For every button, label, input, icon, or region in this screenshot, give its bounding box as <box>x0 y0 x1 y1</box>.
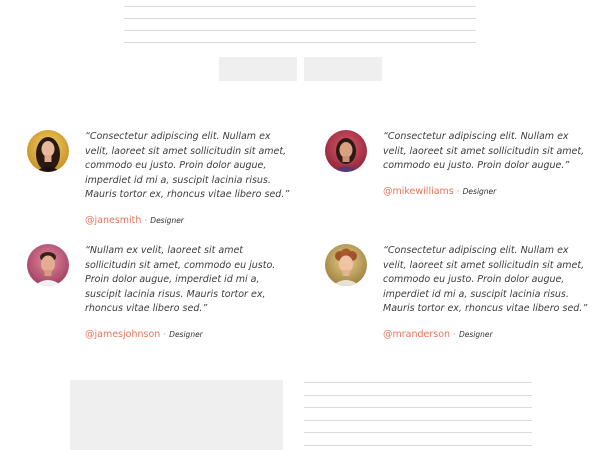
testimonial-meta: @janesmith · Designer <box>85 215 290 227</box>
placeholder-line <box>124 18 476 19</box>
placeholder-line <box>304 432 532 433</box>
author-role: Designer <box>150 215 184 225</box>
avatar <box>325 130 367 172</box>
placeholder-line <box>304 382 532 383</box>
placeholder-button-secondary[interactable] <box>304 57 382 81</box>
author-handle-link[interactable]: @mranderson <box>383 329 450 340</box>
placeholder-image-block <box>70 380 283 450</box>
separator-dot: · <box>163 329 167 340</box>
placeholder-line <box>304 419 532 421</box>
placeholder-line <box>124 42 476 43</box>
separator-dot: · <box>144 215 148 226</box>
top-placeholder-lines <box>124 6 476 54</box>
testimonial-card: “Consectetur adipiscing elit. Nullam ex … <box>325 244 588 341</box>
placeholder-line <box>124 30 476 31</box>
author-role: Designer <box>462 186 497 196</box>
avatar-man-long-hair-icon <box>325 130 367 172</box>
testimonial-quote: “Consectetur adipiscing elit. Nullam ex … <box>383 131 585 172</box>
author-role: Designer <box>458 329 493 339</box>
separator-dot: · <box>453 329 456 340</box>
placeholder-button-primary[interactable] <box>219 57 297 81</box>
avatar <box>27 244 69 286</box>
testimonial-meta: @jamesjohnson · Designer <box>85 329 290 341</box>
testimonial-card: “Nullam ex velit, laoreet sit amet solli… <box>27 244 290 341</box>
testimonial-quote: “Nullam ex velit, laoreet sit amet solli… <box>85 245 276 315</box>
avatar <box>27 130 69 172</box>
avatar-man-curly-hair-icon <box>325 244 367 286</box>
testimonial-quote: “Consectetur adipiscing elit. Nullam ex … <box>85 131 290 201</box>
avatar <box>325 244 367 286</box>
separator-dot: · <box>456 186 460 197</box>
top-placeholder-buttons <box>219 57 382 81</box>
testimonial-card: “Consectetur adipiscing elit. Nullam ex … <box>325 130 588 198</box>
testimonial-quote: “Consectetur adipiscing elit. Nullam ex … <box>383 245 588 315</box>
testimonial-meta: @mikewilliams · Designer <box>383 186 588 198</box>
placeholder-line <box>304 444 532 446</box>
placeholder-line <box>304 407 532 408</box>
avatar-man-short-hair-icon <box>27 244 69 286</box>
author-role: Designer <box>169 329 203 339</box>
author-handle-link[interactable]: @janesmith <box>85 215 141 226</box>
testimonial-card: “Consectetur adipiscing elit. Nullam ex … <box>27 130 290 227</box>
placeholder-line <box>124 6 476 7</box>
testimonial-meta: @mranderson · Designer <box>383 329 588 341</box>
placeholder-line <box>304 394 532 396</box>
avatar-woman-dark-hair-icon <box>27 130 69 172</box>
bottom-placeholder-lines <box>304 382 532 450</box>
author-handle-link[interactable]: @jamesjohnson <box>85 329 160 340</box>
author-handle-link[interactable]: @mikewilliams <box>383 186 454 197</box>
testimonials-page: “Consectetur adipiscing elit. Nullam ex … <box>0 0 600 450</box>
